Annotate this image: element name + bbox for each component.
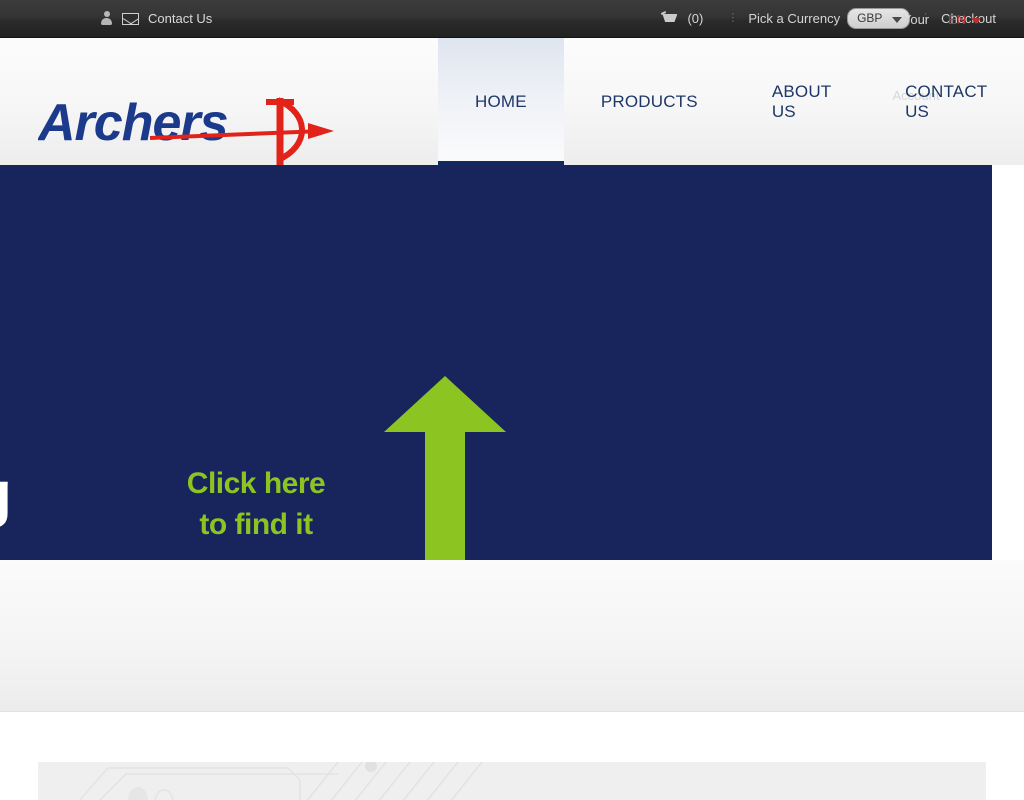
user-icon[interactable] xyxy=(100,11,113,26)
nav-item-about-us[interactable]: ABOUT US xyxy=(735,38,868,165)
main-navigation: HOME PRODUCTS ABOUT US CONTACT US xyxy=(438,38,1024,165)
shopping-cart-icon[interactable] xyxy=(661,12,679,25)
nav-item-home[interactable]: HOME xyxy=(438,38,564,165)
hero-banner[interactable]: g Click here to find it xyxy=(0,165,992,560)
circuit-board-pattern xyxy=(38,762,986,800)
up-arrow-icon-shaft xyxy=(425,430,465,560)
circuit-node xyxy=(365,762,377,772)
hero-partial-headline: g xyxy=(0,460,12,530)
brand-search-strip: A-B-C-D-E-F-G-H-I-J-K-L-M-N-O-P-Q-R-S-T-… xyxy=(0,560,1024,712)
mail-icon[interactable] xyxy=(122,12,139,25)
top-utility-bar: Contact Us (0) ⋮ Pick a Currency GBP ⋮ C… xyxy=(0,0,1024,38)
contact-us-link[interactable]: Contact Us xyxy=(148,11,212,26)
nav-item-contact-us[interactable]: CONTACT US xyxy=(868,38,1024,165)
your-account-label[interactable]: Your xyxy=(886,11,946,28)
separator-dots-1: ⋮ xyxy=(727,12,739,24)
circuit-ring xyxy=(154,789,174,800)
bow-and-arrow-icon: Archers xyxy=(36,94,334,165)
pick-currency-label: Pick a Currency xyxy=(748,11,841,26)
topbar-left-group: Contact Us xyxy=(100,11,212,26)
language-label: EN xyxy=(948,12,967,27)
lower-content-area xyxy=(0,712,1024,800)
hero-call-to-action[interactable]: Click here to find it xyxy=(170,463,342,545)
up-arrow-icon-head xyxy=(384,376,506,432)
language-selector[interactable]: EN xyxy=(948,12,982,27)
chevron-down-icon xyxy=(971,18,982,24)
site-header: Account Archers HOME PRODUCTS ABOUT US C… xyxy=(0,38,1024,165)
circuit-board-graphic xyxy=(78,762,483,800)
hero-cta-line2: to find it xyxy=(199,508,313,541)
cart-item-count: (0) xyxy=(687,11,704,26)
hero-cta-line1: Click here xyxy=(186,467,326,500)
svg-text:Archers: Archers xyxy=(38,94,228,152)
circuit-dot xyxy=(128,787,148,800)
site-logo[interactable]: Archers xyxy=(36,90,338,168)
nav-item-products[interactable]: PRODUCTS xyxy=(564,38,735,165)
